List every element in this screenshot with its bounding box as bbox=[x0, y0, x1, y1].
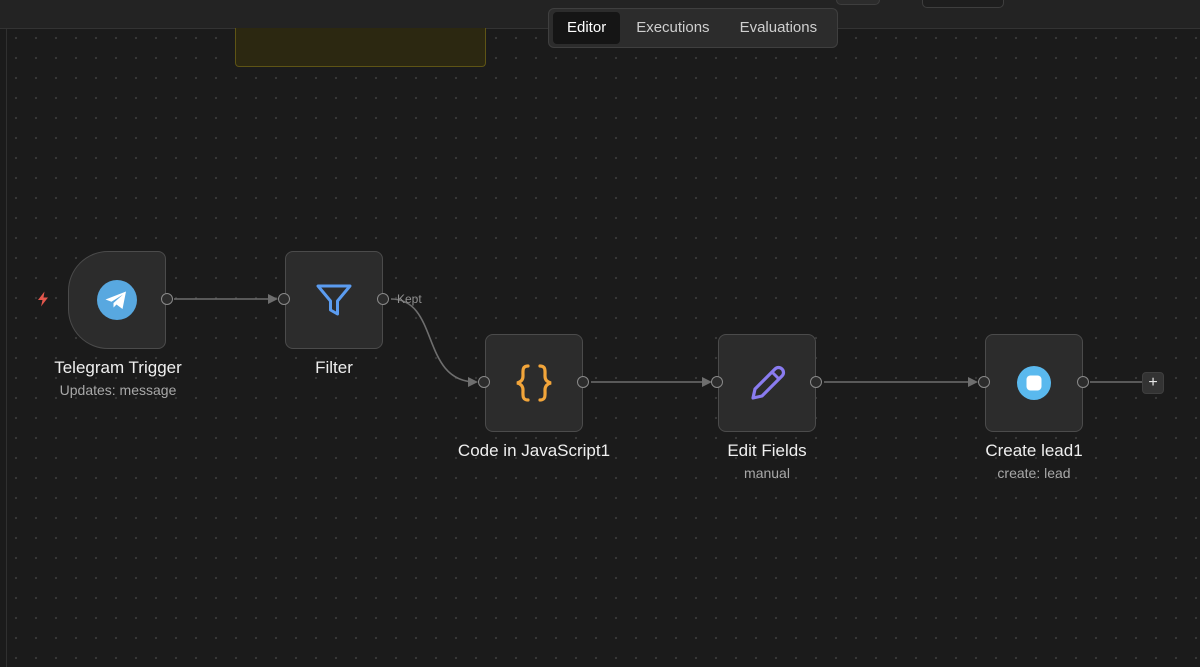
workflow-editor: Telegram Trigger Updates: message Kept F… bbox=[0, 0, 1200, 667]
funnel-icon bbox=[316, 284, 352, 316]
tab-executions[interactable]: Executions bbox=[622, 12, 723, 44]
tab-editor[interactable]: Editor bbox=[553, 12, 621, 44]
add-node-button[interactable]: + bbox=[1142, 372, 1164, 394]
connection-filter-code bbox=[390, 298, 477, 383]
code-braces-icon bbox=[516, 364, 552, 402]
code-input-handle[interactable] bbox=[478, 376, 490, 388]
app-icon bbox=[1017, 366, 1051, 400]
create-node-subtitle: create: lead bbox=[997, 465, 1071, 481]
node-create-lead[interactable] bbox=[985, 334, 1083, 432]
filter-output-handle[interactable] bbox=[377, 293, 389, 305]
edit-node-subtitle: manual bbox=[744, 465, 790, 481]
filter-node-title: Filter bbox=[315, 358, 353, 377]
arrowhead-create-input bbox=[968, 377, 978, 387]
arrowhead-code-input bbox=[468, 377, 478, 387]
telegram-node-subtitle: Updates: message bbox=[59, 382, 177, 398]
filter-input-handle[interactable] bbox=[278, 293, 290, 305]
code-node-title: Code in JavaScript1 bbox=[457, 441, 611, 460]
tab-evaluations[interactable]: Evaluations bbox=[726, 12, 832, 44]
edit-output-handle[interactable] bbox=[810, 376, 822, 388]
telegram-output-handle[interactable] bbox=[161, 293, 173, 305]
node-filter[interactable] bbox=[285, 251, 383, 349]
create-node-title: Create lead1 bbox=[985, 441, 1083, 460]
create-output-handle[interactable] bbox=[1077, 376, 1089, 388]
edit-input-handle[interactable] bbox=[711, 376, 723, 388]
edit-node-title: Edit Fields bbox=[727, 441, 807, 460]
pencil-icon bbox=[751, 365, 786, 400]
node-telegram-trigger[interactable] bbox=[68, 251, 166, 349]
arrowhead-filter-input bbox=[268, 294, 278, 304]
node-edit-fields[interactable] bbox=[718, 334, 816, 432]
telegram-node-title: Telegram Trigger bbox=[54, 358, 182, 377]
trigger-bolt-icon bbox=[38, 291, 48, 307]
view-tabs: Editor Executions Evaluations bbox=[548, 8, 838, 48]
create-input-handle[interactable] bbox=[978, 376, 990, 388]
telegram-icon bbox=[97, 280, 137, 320]
node-code-javascript[interactable] bbox=[485, 334, 583, 432]
code-output-handle[interactable] bbox=[577, 376, 589, 388]
filter-output-label: Kept bbox=[397, 292, 422, 306]
